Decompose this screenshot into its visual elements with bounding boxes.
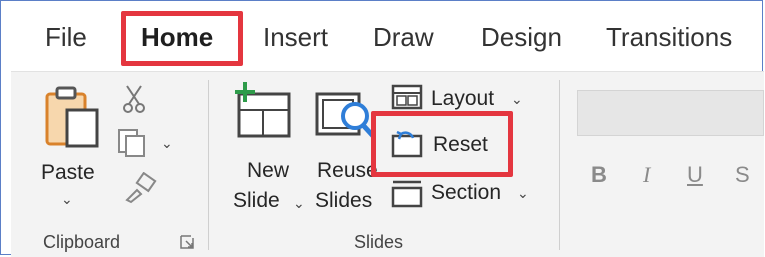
section-button[interactable]: Section ⌄ — [391, 176, 541, 210]
scissors-icon — [123, 85, 145, 113]
format-painter-button[interactable] — [123, 172, 159, 204]
format-painter-icon — [125, 172, 157, 204]
copy-chevron-icon: ⌄ — [161, 135, 173, 151]
clipboard-dialog-launcher[interactable] — [179, 234, 195, 250]
new-slide-label-line2: Slide — [233, 189, 280, 212]
paste-icon — [45, 86, 99, 148]
section-icon — [391, 180, 423, 208]
layout-label: Layout — [431, 87, 495, 110]
new-slide-icon — [235, 82, 291, 138]
paste-chevron-icon: ⌄ — [61, 191, 73, 207]
copy-icon — [118, 129, 145, 157]
layout-chevron-icon: ⌄ — [511, 91, 523, 107]
ribbon-panel: Paste ⌄ ⌄ Clipboard New Slide ⌄ Reuse Sl… — [11, 71, 764, 257]
layout-button[interactable]: Layout ⌄ — [391, 82, 541, 116]
new-slide-button[interactable]: New Slide ⌄ — [223, 80, 305, 220]
section-chevron-icon: ⌄ — [517, 185, 529, 201]
paste-button[interactable]: Paste ⌄ — [39, 82, 109, 207]
ribbon-tab-bar: File Home Insert Draw Design Transitions — [1, 1, 762, 71]
reuse-slides-button[interactable]: Reuse Slides — [309, 80, 379, 220]
tab-insert[interactable]: Insert — [263, 21, 328, 53]
clipboard-group-label: Clipboard — [43, 232, 121, 252]
group-separator — [559, 80, 560, 250]
font-name-box[interactable] — [577, 90, 764, 136]
copy-button[interactable]: ⌄ — [117, 128, 177, 158]
paste-label: Paste — [41, 161, 95, 184]
new-slide-label-line1: New — [247, 159, 290, 182]
reuse-slides-label-line2: Slides — [315, 189, 373, 212]
reuse-slides-label-line1: Reuse — [317, 159, 378, 182]
layout-icon — [391, 84, 423, 110]
tab-file[interactable]: File — [45, 21, 87, 53]
powerpoint-ribbon-window: File Home Insert Draw Design Transitions… — [0, 0, 764, 257]
strikethrough-button[interactable]: S — [735, 162, 750, 188]
section-label: Section — [431, 181, 502, 204]
reuse-slides-icon — [315, 92, 375, 138]
new-slide-chevron-icon: ⌄ — [293, 195, 305, 211]
reset-button[interactable]: Reset — [391, 128, 511, 162]
tab-home[interactable]: Home — [141, 21, 213, 53]
tab-draw[interactable]: Draw — [373, 21, 434, 53]
group-separator — [208, 80, 209, 250]
italic-button[interactable]: I — [643, 162, 650, 188]
bold-button[interactable]: B — [591, 162, 607, 188]
dialog-launcher-icon — [180, 235, 194, 249]
slides-group-label: Slides — [354, 232, 404, 252]
reset-label: Reset — [433, 133, 488, 156]
reset-icon — [391, 130, 423, 158]
tab-design[interactable]: Design — [481, 21, 562, 53]
tab-transitions[interactable]: Transitions — [606, 21, 732, 53]
cut-button[interactable] — [121, 84, 151, 114]
underline-button[interactable]: U — [687, 162, 703, 188]
